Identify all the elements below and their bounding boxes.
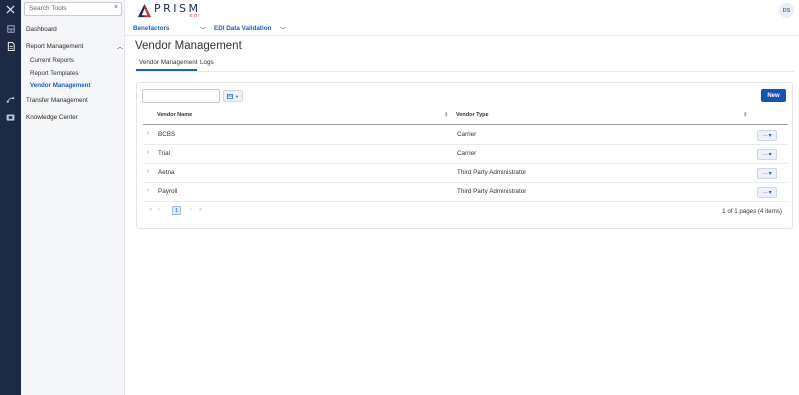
row-actions-button[interactable]: ··· ▾ xyxy=(757,187,777,198)
menu-current-reports[interactable]: Current Reports xyxy=(30,57,74,64)
vendor-name-cell: Payroll xyxy=(158,188,178,195)
prism-logo-mark xyxy=(137,3,152,18)
menu-transfer-management[interactable]: Transfer Management xyxy=(26,97,88,104)
page-title: Vendor Management xyxy=(135,40,242,52)
icon-rail xyxy=(0,0,21,395)
tabs-divider xyxy=(135,71,794,72)
vendor-name-cell: Aetna xyxy=(158,169,175,176)
context-bar: Benefactors ﹀ EDI Data Validation ﹀ xyxy=(125,22,799,36)
sort-icon[interactable]: ▴ ▾ xyxy=(744,111,747,119)
close-icon[interactable] xyxy=(0,1,21,17)
knowledge-icon[interactable] xyxy=(0,109,21,125)
chevron-up-icon[interactable]: ︿ xyxy=(117,42,123,51)
search-placeholder: Search Tools xyxy=(29,5,67,12)
columns-icon xyxy=(227,93,234,99)
menu-vendor-management[interactable]: Vendor Management xyxy=(30,82,91,89)
chevron-down-icon: ▼ xyxy=(235,93,239,99)
row-actions-button[interactable]: ··· ▾ xyxy=(757,149,777,160)
vendor-type-cell: Carrier xyxy=(457,150,477,157)
vendor-type-cell: Carrier xyxy=(457,131,477,138)
prev-page-icon[interactable]: ‹ xyxy=(158,207,160,213)
chevron-down-icon[interactable]: ﹀ xyxy=(280,25,286,34)
prism-logo[interactable]: PRISM EDI xyxy=(137,2,201,19)
transfer-icon[interactable] xyxy=(0,92,21,108)
column-header-vendor-name[interactable]: Vendor Name xyxy=(157,112,192,118)
table-row[interactable]: › Payroll Third Party Administrator ··· … xyxy=(143,183,788,202)
vendor-grid-card: ▼ New Vendor Name ▴ ▾ Vendor Type ▴ ▾ › BC… xyxy=(136,82,793,229)
dashboard-icon[interactable] xyxy=(0,21,21,37)
chevron-right-icon[interactable]: › xyxy=(147,130,149,137)
chevron-right-icon[interactable]: › xyxy=(147,187,149,194)
tab-vendor-management[interactable]: Vendor Management xyxy=(139,59,197,66)
pager-summary: 1 of 1 pages (4 items) xyxy=(722,208,782,215)
table-row[interactable]: › Trial Carrier ··· ▾ xyxy=(143,145,788,164)
menu-knowledge-center[interactable]: Knowledge Center xyxy=(26,114,78,121)
column-chooser-button[interactable]: ▼ xyxy=(223,90,243,102)
grid-search-input[interactable] xyxy=(142,89,220,103)
vendor-type-cell: Third Party Administrator xyxy=(457,169,527,176)
side-menu: Search Tools × Dashboard Report Manageme… xyxy=(21,0,125,395)
clear-search-icon[interactable]: × xyxy=(114,4,118,11)
vendor-type-cell: Third Party Administrator xyxy=(457,188,527,195)
vendor-name-cell: BCBS xyxy=(158,131,176,138)
next-page-icon[interactable]: › xyxy=(190,207,192,213)
table-row[interactable]: › Aetna Third Party Administrator ··· ▾ xyxy=(143,164,788,183)
chevron-right-icon[interactable]: › xyxy=(147,149,149,156)
report-icon[interactable] xyxy=(0,38,21,54)
menu-report-management[interactable]: Report Management xyxy=(26,43,83,50)
sort-icon[interactable]: ▴ ▾ xyxy=(445,111,448,119)
row-actions-button[interactable]: ··· ▾ xyxy=(757,130,777,141)
chevron-down-icon[interactable]: ﹀ xyxy=(200,25,206,34)
last-page-icon[interactable]: » xyxy=(199,207,202,213)
table-row[interactable]: › BCBS Carrier ··· ▾ xyxy=(143,126,788,145)
edi-validation-dropdown[interactable]: EDI Data Validation xyxy=(214,25,271,32)
search-tools-input[interactable]: Search Tools × xyxy=(24,2,122,16)
chevron-right-icon[interactable]: › xyxy=(147,168,149,175)
logo-subtext: EDI xyxy=(189,12,201,18)
column-header-vendor-type[interactable]: Vendor Type xyxy=(456,112,489,118)
row-actions-button[interactable]: ··· ▾ xyxy=(757,168,777,179)
user-avatar[interactable]: DS xyxy=(779,3,794,18)
benefactors-dropdown[interactable]: Benefactors xyxy=(133,25,169,32)
first-page-icon[interactable]: « xyxy=(149,207,152,213)
menu-dashboard[interactable]: Dashboard xyxy=(26,26,57,33)
table-header: Vendor Name ▴ ▾ Vendor Type ▴ ▾ xyxy=(143,108,788,125)
tab-logs[interactable]: Logs xyxy=(200,59,214,66)
menu-report-templates[interactable]: Report Templates xyxy=(30,70,78,77)
top-header: PRISM EDI DS xyxy=(125,0,799,22)
current-page-button[interactable]: 1 xyxy=(172,206,181,215)
new-vendor-button[interactable]: New xyxy=(761,89,786,102)
vendor-name-cell: Trial xyxy=(158,150,171,157)
